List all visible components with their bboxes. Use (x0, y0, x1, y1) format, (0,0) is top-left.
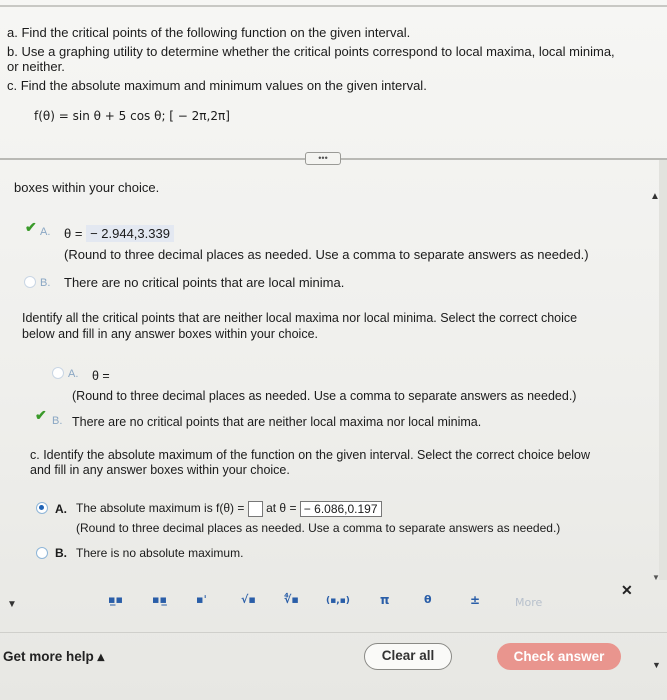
get-more-help-button[interactable]: Get more help ▴ (3, 649, 104, 665)
rounding-note: (Round to three decimal places as needed… (64, 247, 589, 262)
correct-check-icon: ✔ (25, 219, 37, 235)
question-part-c: c. Find the absolute maximum and minimum… (7, 78, 427, 93)
absmax-option-b-radio[interactable] (36, 547, 48, 559)
scroll-up-icon[interactable]: ▲ (650, 191, 660, 202)
pi-button[interactable]: π (380, 593, 390, 607)
minima-option-a[interactable]: θ = − 2.944,3.339 (64, 225, 174, 242)
check-answer-button[interactable]: Check answer (497, 643, 621, 670)
toolbar-collapse-icon[interactable]: ▼ (7, 599, 17, 610)
cutoff-instruction: boxes within your choice. (14, 180, 160, 195)
rounding-note: (Round to three decimal places as needed… (72, 389, 577, 403)
fraction-button[interactable]: ▪̲▪ (108, 593, 123, 606)
question-part-a: a. Find the critical points of the follo… (7, 25, 411, 40)
option-letter: A. (40, 226, 51, 238)
neither-prompt-line2: below and fill in any answer boxes withi… (22, 327, 318, 341)
expand-button[interactable]: ••• (305, 152, 341, 165)
absmax-prompt-line1: c. Identify the absolute maximum of the … (30, 448, 591, 462)
plus-minus-button[interactable]: ± (470, 593, 480, 607)
more-button[interactable]: More (515, 596, 542, 609)
option-letter: A. (68, 368, 79, 380)
absmax-label: The absolute maximum is f(θ) = (76, 501, 245, 515)
at-theta-label: at θ = (266, 501, 297, 515)
theta-button[interactable]: θ (424, 593, 432, 606)
correct-check-icon: ✔ (35, 407, 47, 423)
absmax-value-input[interactable] (247, 500, 263, 517)
clear-all-button[interactable]: Clear all (364, 643, 452, 670)
option-letter: A. (55, 502, 67, 516)
neither-option-a-label[interactable]: θ = (92, 368, 110, 384)
absmax-option-a-radio[interactable] (36, 502, 48, 514)
absmax-prompt-line2: and fill in any answer boxes within your… (30, 463, 290, 477)
neither-option-b-text[interactable]: There are no critical points that are ne… (72, 414, 481, 430)
option-letter: B. (55, 546, 67, 560)
absmax-option-a[interactable]: The absolute maximum is f(θ) = at θ = − … (76, 500, 382, 517)
absmax-theta-input[interactable]: − 6.086,0.197 (299, 500, 382, 517)
scroll-down-icon[interactable]: ▼ (652, 573, 660, 582)
footer-divider (0, 632, 667, 633)
scroll-down-icon[interactable]: ▼ (652, 660, 661, 670)
theta-label: θ = (64, 226, 83, 241)
mixed-number-button[interactable]: ▪▪̲ (152, 593, 167, 606)
square-root-button[interactable]: √▪ (241, 593, 256, 606)
scrollbar[interactable] (659, 160, 667, 580)
neither-prompt-line1: Identify all the critical points that ar… (22, 311, 578, 325)
interval-button[interactable]: (▪,▪) (326, 596, 350, 606)
minima-option-b-text[interactable]: There are no critical points that are lo… (64, 275, 344, 291)
question-part-b-line1: b. Use a graphing utility to determine w… (7, 44, 615, 59)
nth-root-button[interactable]: ∜▪ (284, 593, 299, 606)
option-letter: B. (40, 277, 51, 289)
minima-answer-value[interactable]: − 2.944,3.339 (86, 225, 174, 242)
top-border (0, 5, 667, 7)
option-letter: B. (52, 415, 63, 427)
exponent-button[interactable]: ▪ˈ (196, 593, 207, 606)
rounding-note: (Round to three decimal places as needed… (76, 521, 561, 535)
minima-option-b-radio[interactable] (24, 276, 36, 288)
neither-option-a-radio[interactable] (52, 367, 64, 379)
function-expression: f(θ) = sin θ + 5 cos θ; [ − 2π,2π] (34, 109, 230, 123)
question-part-b-line2: or neither. (7, 59, 65, 74)
absmax-option-b-text[interactable]: There is no absolute maximum. (76, 545, 243, 561)
close-icon[interactable]: ✕ (621, 582, 633, 599)
